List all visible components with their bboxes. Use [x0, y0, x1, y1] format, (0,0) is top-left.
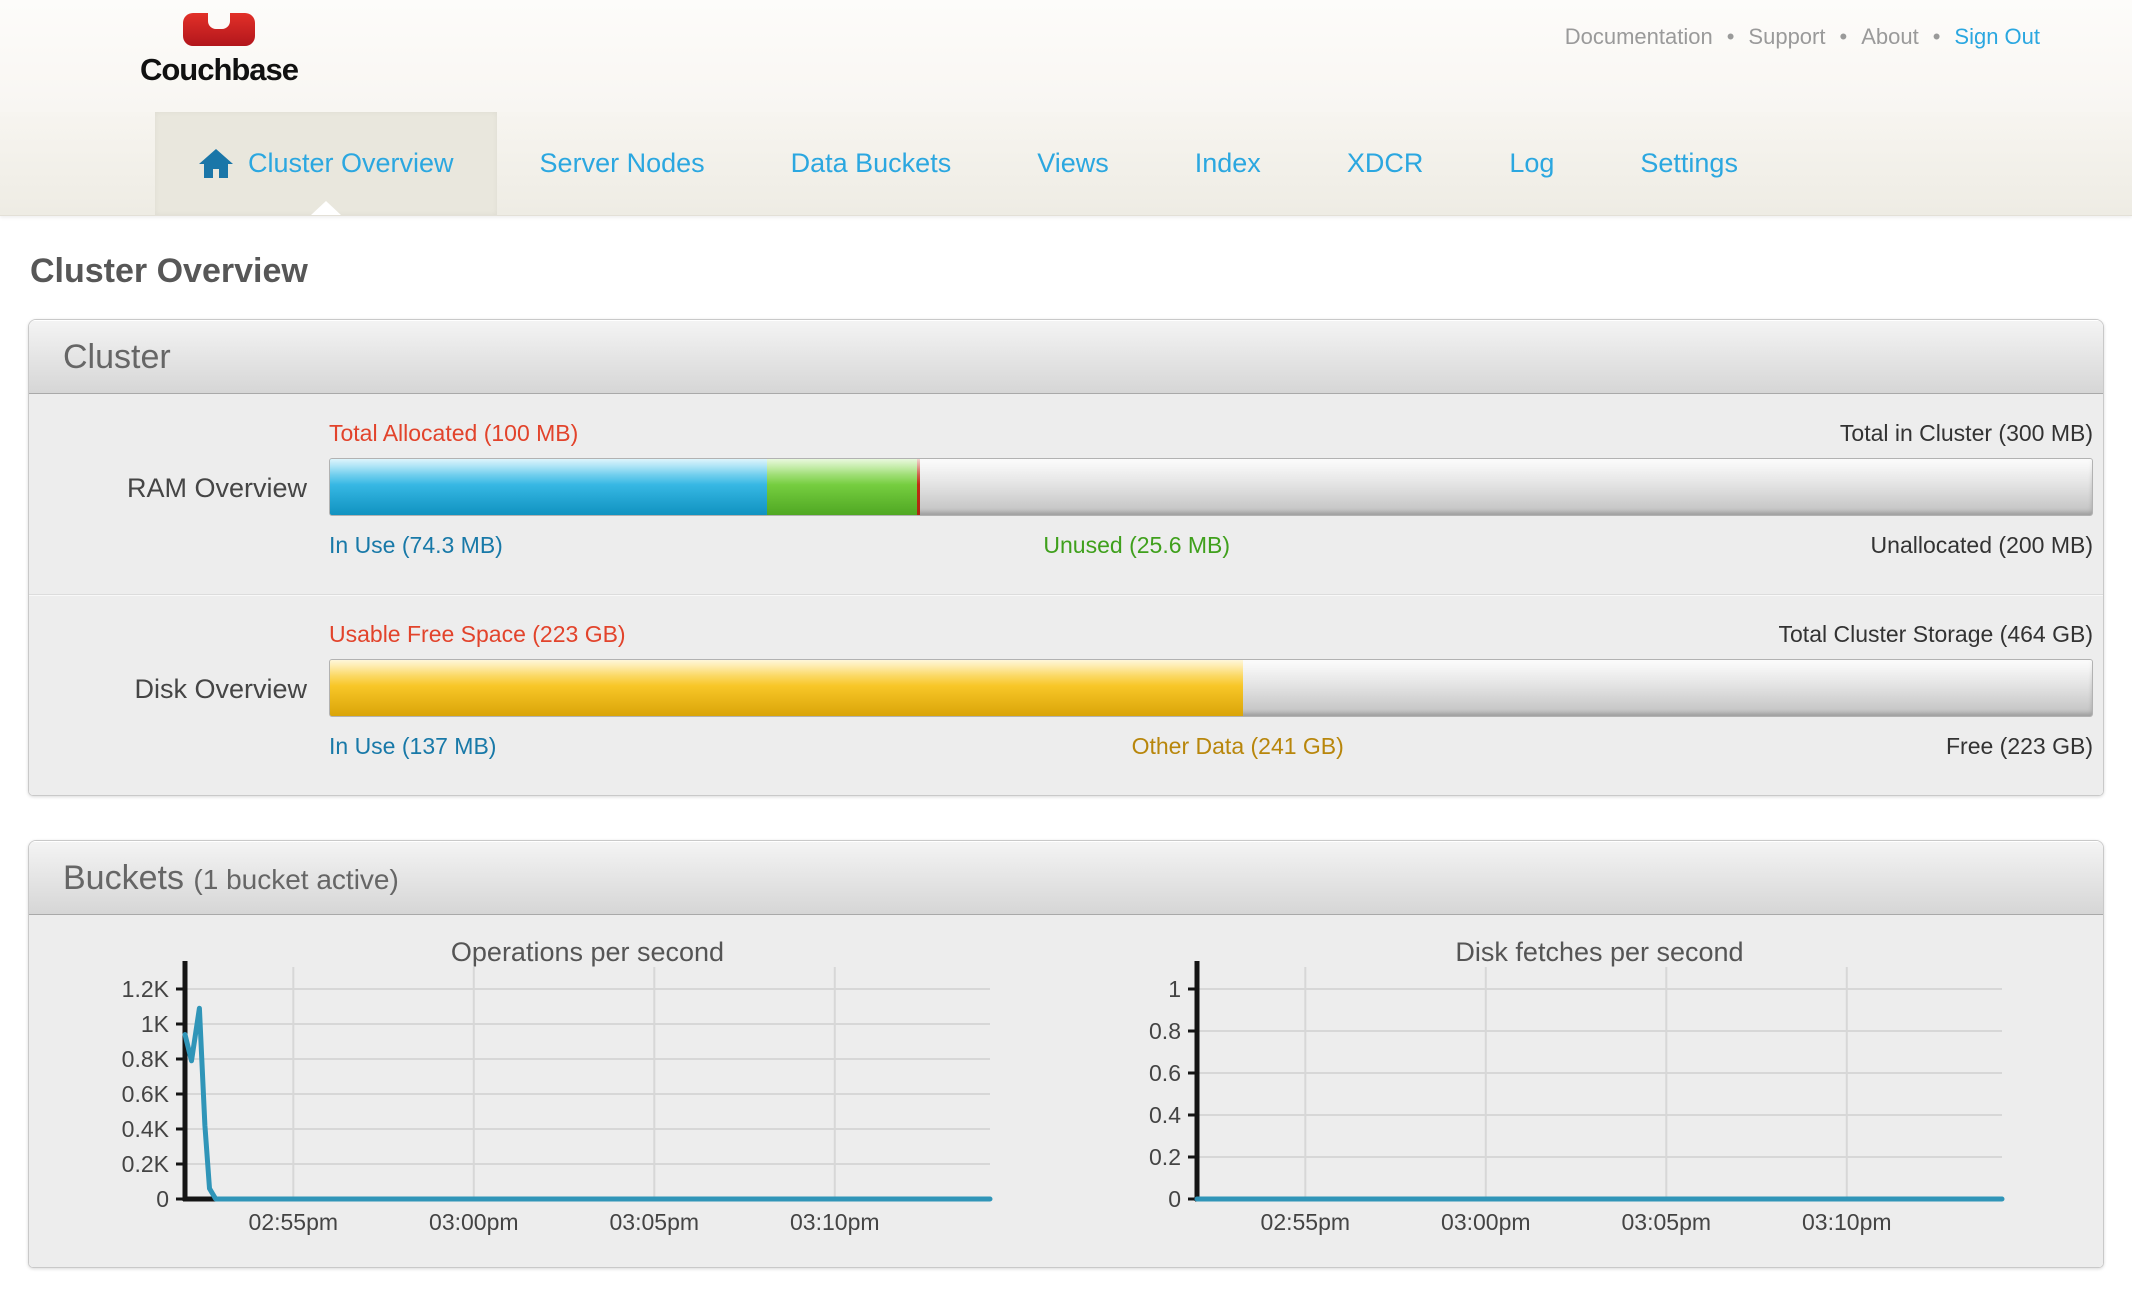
cluster-panel-body: RAM Overview Total Allocated (100 MB) To…: [29, 394, 2103, 795]
tab-label: Settings: [1640, 148, 1738, 179]
svg-text:Disk fetches per second: Disk fetches per second: [1455, 937, 1743, 967]
tab-views[interactable]: Views: [994, 112, 1152, 215]
svg-text:0.8: 0.8: [1149, 1018, 1181, 1044]
cluster-panel-title: Cluster: [63, 338, 171, 376]
disk-overview-section: Disk Overview Usable Free Space (223 GB)…: [29, 594, 2103, 795]
svg-text:1: 1: [1168, 976, 1181, 1002]
cluster-panel: Cluster RAM Overview Total Allocated (10…: [28, 319, 2104, 796]
page-content: Cluster Overview Cluster RAM Overview To…: [0, 216, 2132, 1268]
ram-bar-area: Total Allocated (100 MB) Total in Cluste…: [329, 418, 2093, 566]
buckets-panel: Buckets (1 bucket active) 1.2K 1K 0.8K 0.6K…: [28, 840, 2104, 1268]
ram-overview-label: RAM Overview: [29, 473, 329, 504]
utility-links: Documentation • Support • About • Sign O…: [1565, 24, 2040, 50]
svg-text:0.6K: 0.6K: [122, 1081, 170, 1107]
disk-usage-bar: [329, 659, 2093, 717]
tab-xdcr[interactable]: XDCR: [1304, 112, 1467, 215]
tab-label: Index: [1195, 148, 1261, 179]
disk-total-storage-label: Total Cluster Storage (464 GB): [1779, 621, 2093, 648]
ram-in-use-segment: [330, 459, 767, 515]
svg-text:03:10pm: 03:10pm: [1802, 1209, 1892, 1235]
svg-text:Operations per second: Operations per second: [451, 937, 724, 967]
svg-text:03:10pm: 03:10pm: [790, 1209, 880, 1235]
svg-text:0: 0: [1168, 1186, 1181, 1212]
couchbase-logo[interactable]: Couchbase: [130, 12, 308, 88]
disk-overview-label: Disk Overview: [29, 674, 329, 705]
support-link[interactable]: Support: [1748, 24, 1825, 50]
link-separator: •: [1933, 24, 1941, 50]
ram-overview-section: RAM Overview Total Allocated (100 MB) To…: [29, 394, 2103, 594]
tab-settings[interactable]: Settings: [1597, 112, 1781, 215]
svg-text:03:05pm: 03:05pm: [610, 1209, 700, 1235]
tab-index[interactable]: Index: [1152, 112, 1304, 215]
svg-text:0.2K: 0.2K: [122, 1151, 170, 1177]
ram-total-allocated-label: Total Allocated (100 MB): [329, 420, 578, 447]
buckets-panel-title: Buckets: [63, 859, 184, 897]
page-title: Cluster Overview: [0, 216, 2132, 319]
buckets-panel-body: 1.2K 1K 0.8K 0.6K 0.4K 0.2K 0 02:55pm 03:00pm 03:…: [29, 915, 2103, 1267]
link-separator: •: [1839, 24, 1847, 50]
couchbase-couch-icon: [182, 12, 256, 48]
buckets-active-count: (1 bucket active): [193, 864, 398, 895]
disk-other-data-label: Other Data (241 GB): [1132, 733, 1344, 760]
svg-text:1K: 1K: [141, 1011, 170, 1037]
svg-text:1.2K: 1.2K: [122, 976, 170, 1002]
tab-log[interactable]: Log: [1466, 112, 1597, 215]
svg-text:0.2: 0.2: [1149, 1144, 1181, 1170]
disk-in-use-label: In Use (137 MB): [329, 733, 496, 760]
disk-free-label: Free (223 GB): [1946, 733, 2093, 760]
svg-text:0.4K: 0.4K: [122, 1116, 170, 1142]
svg-text:0: 0: [156, 1186, 169, 1212]
tab-server-nodes[interactable]: Server Nodes: [497, 112, 748, 215]
ram-allocated-marker: [917, 459, 920, 515]
documentation-link[interactable]: Documentation: [1565, 24, 1713, 50]
top-header: Couchbase Documentation • Support • Abou…: [0, 0, 2132, 112]
link-separator: •: [1727, 24, 1735, 50]
ram-in-use-label: In Use (74.3 MB): [329, 532, 503, 559]
buckets-panel-header: Buckets (1 bucket active): [29, 841, 2103, 915]
home-icon: [198, 148, 234, 180]
operations-per-second-chart: 1.2K 1K 0.8K 0.6K 0.4K 0.2K 0 02:55pm 03:00pm 03:…: [85, 927, 1035, 1257]
svg-text:03:00pm: 03:00pm: [1441, 1209, 1531, 1235]
disk-fetches-per-second-chart: 1 0.8 0.6 0.4 0.2 0 02:55pm 03:00pm 03:05pm 03:10…: [1097, 927, 2047, 1257]
sign-out-link[interactable]: Sign Out: [1954, 24, 2040, 50]
tab-data-buckets[interactable]: Data Buckets: [748, 112, 995, 215]
cluster-panel-header: Cluster: [29, 320, 2103, 394]
main-nav: Cluster Overview Server Nodes Data Bucke…: [0, 112, 2132, 216]
ram-unused-label: Unused (25.6 MB): [1043, 532, 1230, 559]
disk-used-segment: [330, 660, 1243, 716]
tab-label: Log: [1509, 148, 1554, 179]
tab-label: Server Nodes: [540, 148, 705, 179]
ram-unallocated-label: Unallocated (200 MB): [1871, 532, 2093, 559]
tab-label: XDCR: [1347, 148, 1424, 179]
ram-total-in-cluster-label: Total in Cluster (300 MB): [1840, 420, 2093, 447]
svg-text:0.6: 0.6: [1149, 1060, 1181, 1086]
brand-name: Couchbase: [130, 52, 308, 88]
about-link[interactable]: About: [1861, 24, 1919, 50]
svg-text:03:05pm: 03:05pm: [1622, 1209, 1712, 1235]
tab-label: Views: [1037, 148, 1109, 179]
ram-unused-segment: [767, 459, 917, 515]
tab-cluster-overview[interactable]: Cluster Overview: [155, 112, 497, 215]
ram-usage-bar: [329, 458, 2093, 516]
svg-text:0.8K: 0.8K: [122, 1046, 170, 1072]
disk-bar-area: Usable Free Space (223 GB) Total Cluster…: [329, 619, 2093, 767]
tab-label: Cluster Overview: [248, 148, 454, 179]
svg-text:0.4: 0.4: [1149, 1102, 1181, 1128]
svg-text:02:55pm: 02:55pm: [1261, 1209, 1351, 1235]
svg-text:02:55pm: 02:55pm: [249, 1209, 339, 1235]
disk-usable-free-space-label: Usable Free Space (223 GB): [329, 621, 626, 648]
tab-label: Data Buckets: [791, 148, 952, 179]
svg-text:03:00pm: 03:00pm: [429, 1209, 519, 1235]
